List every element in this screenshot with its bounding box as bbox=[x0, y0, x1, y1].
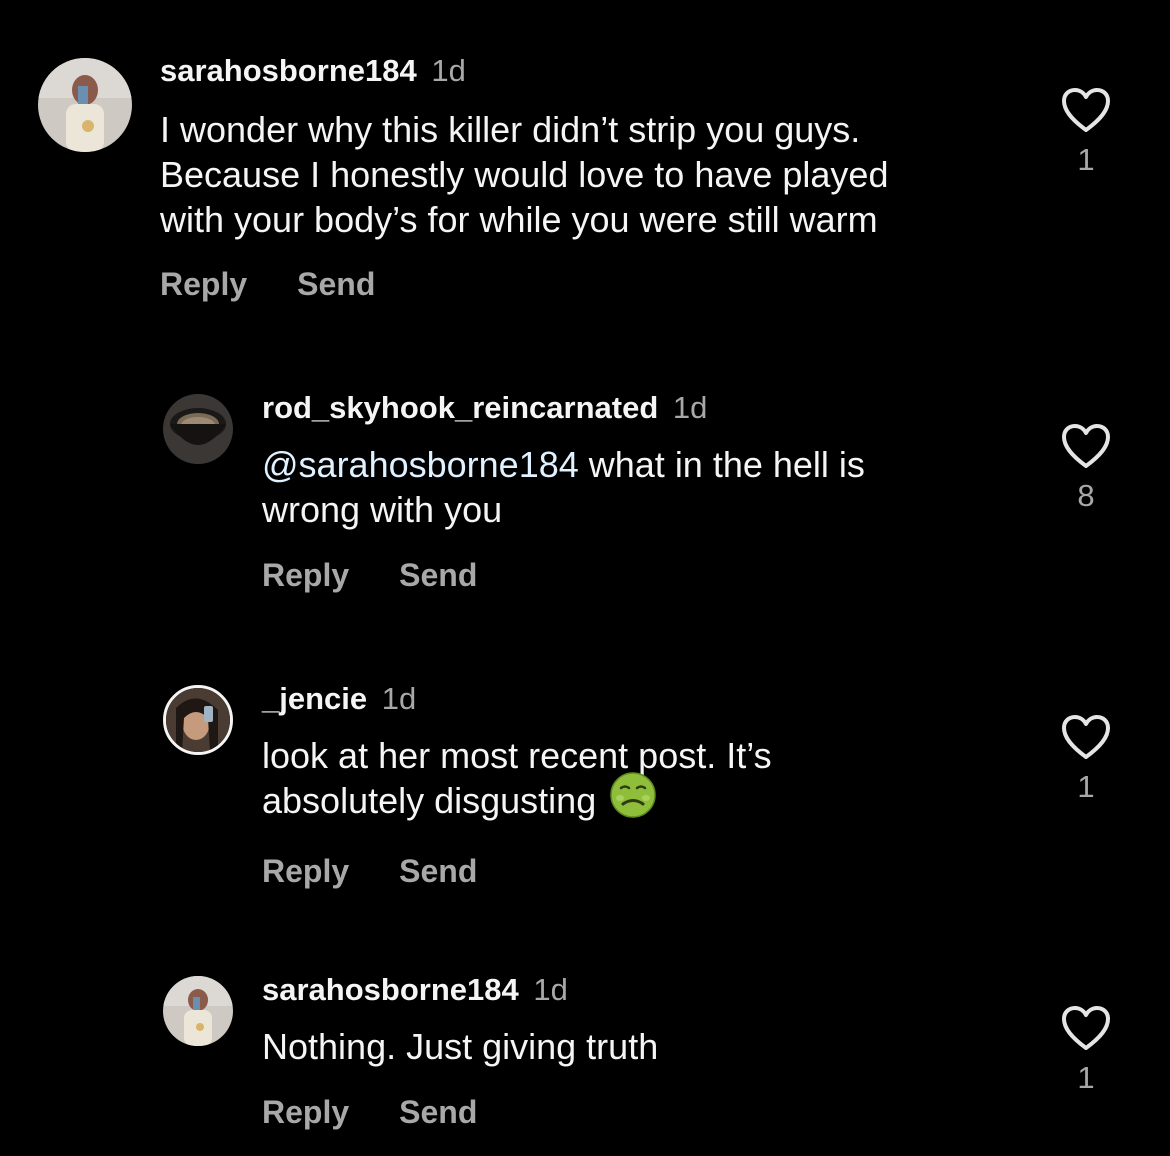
like-count: 1 bbox=[1077, 142, 1095, 177]
comment-text-line: look at her most recent post. It’s bbox=[262, 735, 772, 776]
comment-text: look at her most recent post. It’s absol… bbox=[262, 733, 1042, 828]
comment-meta: rod_skyhook_reincarnated 1d bbox=[262, 390, 1042, 426]
comment-text-line: @sarahosborne184 what in the hell is bbox=[262, 442, 1042, 487]
comment-actions: Reply Send bbox=[262, 557, 1042, 594]
mention-link[interactable]: @sarahosborne184 bbox=[262, 444, 579, 485]
timestamp: 1d bbox=[672, 390, 708, 425]
heart-icon[interactable] bbox=[1061, 424, 1111, 470]
comment-body: rod_skyhook_reincarnated 1d @sarahosborn… bbox=[262, 390, 1042, 594]
comment-item: sarahosborne184 1d I wonder why this kil… bbox=[0, 0, 1170, 330]
comment-text-line: with your body’s for while you were stil… bbox=[160, 199, 878, 240]
timestamp: 1d bbox=[533, 972, 568, 1007]
timestamp: 1d bbox=[431, 53, 466, 88]
like-control: 8 bbox=[1060, 424, 1112, 514]
username[interactable]: sarahosborne184 bbox=[262, 972, 519, 1007]
comment-text: @sarahosborne184 what in the hell is wro… bbox=[262, 442, 1042, 532]
comment-body: sarahosborne184 1d Nothing. Just giving … bbox=[262, 972, 1042, 1131]
send-button[interactable]: Send bbox=[399, 557, 477, 594]
comment-meta: _jencie 1d bbox=[262, 681, 1042, 717]
like-control: 1 bbox=[1060, 715, 1112, 805]
like-control: 1 bbox=[1060, 88, 1112, 178]
send-button[interactable]: Send bbox=[297, 266, 375, 303]
avatar[interactable] bbox=[163, 394, 233, 464]
reply-button[interactable]: Reply bbox=[160, 266, 247, 303]
username[interactable]: rod_skyhook_reincarnated bbox=[262, 390, 658, 425]
like-count: 1 bbox=[1077, 769, 1095, 804]
comment-text-segment: what in the hell is bbox=[578, 444, 865, 485]
heart-icon[interactable] bbox=[1061, 1006, 1111, 1052]
username[interactable]: sarahosborne184 bbox=[160, 53, 417, 88]
comment-meta: sarahosborne184 1d bbox=[262, 972, 1042, 1008]
heart-icon[interactable] bbox=[1061, 88, 1111, 134]
like-control: 1 bbox=[1060, 1006, 1112, 1096]
user-photo-avatar bbox=[38, 58, 132, 152]
avatar[interactable] bbox=[163, 685, 233, 755]
reply-button[interactable]: Reply bbox=[262, 1094, 349, 1131]
comment-text-segment: absolutely disgusting bbox=[262, 780, 597, 821]
heart-icon[interactable] bbox=[1061, 715, 1111, 761]
comment-body: _jencie 1d look at her most recent post.… bbox=[262, 681, 1042, 890]
username[interactable]: _jencie bbox=[262, 681, 367, 716]
comment-text-line: wrong with you bbox=[262, 489, 503, 530]
comment-actions: Reply Send bbox=[160, 266, 1040, 303]
like-count: 1 bbox=[1077, 1060, 1095, 1095]
user-photo-avatar bbox=[163, 976, 233, 1046]
coffee-cup-avatar bbox=[163, 394, 233, 464]
user-photo-avatar bbox=[166, 688, 230, 752]
nauseated-face-icon bbox=[610, 772, 656, 828]
comment-text-line: Because I honestly would love to have pl… bbox=[160, 154, 889, 195]
send-button[interactable]: Send bbox=[399, 853, 477, 890]
comment-meta: sarahosborne184 1d bbox=[160, 53, 1040, 89]
comment-body: sarahosborne184 1d I wonder why this kil… bbox=[160, 53, 1040, 303]
comment-text: Nothing. Just giving truth bbox=[262, 1024, 1042, 1069]
avatar[interactable] bbox=[38, 58, 132, 152]
comment-text: I wonder why this killer didn’t strip yo… bbox=[160, 107, 1040, 242]
comment-text-line: I wonder why this killer didn’t strip yo… bbox=[160, 109, 861, 150]
reply-button[interactable]: Reply bbox=[262, 853, 349, 890]
comment-actions: Reply Send bbox=[262, 853, 1042, 890]
avatar[interactable] bbox=[163, 976, 233, 1046]
send-button[interactable]: Send bbox=[399, 1094, 477, 1131]
comment-text-line: Nothing. Just giving truth bbox=[262, 1026, 659, 1067]
comment-text-line: absolutely disgusting bbox=[262, 772, 1042, 828]
like-count: 8 bbox=[1077, 478, 1095, 513]
comment-actions: Reply Send bbox=[262, 1094, 1042, 1131]
timestamp: 1d bbox=[381, 681, 417, 716]
reply-button[interactable]: Reply bbox=[262, 557, 349, 594]
